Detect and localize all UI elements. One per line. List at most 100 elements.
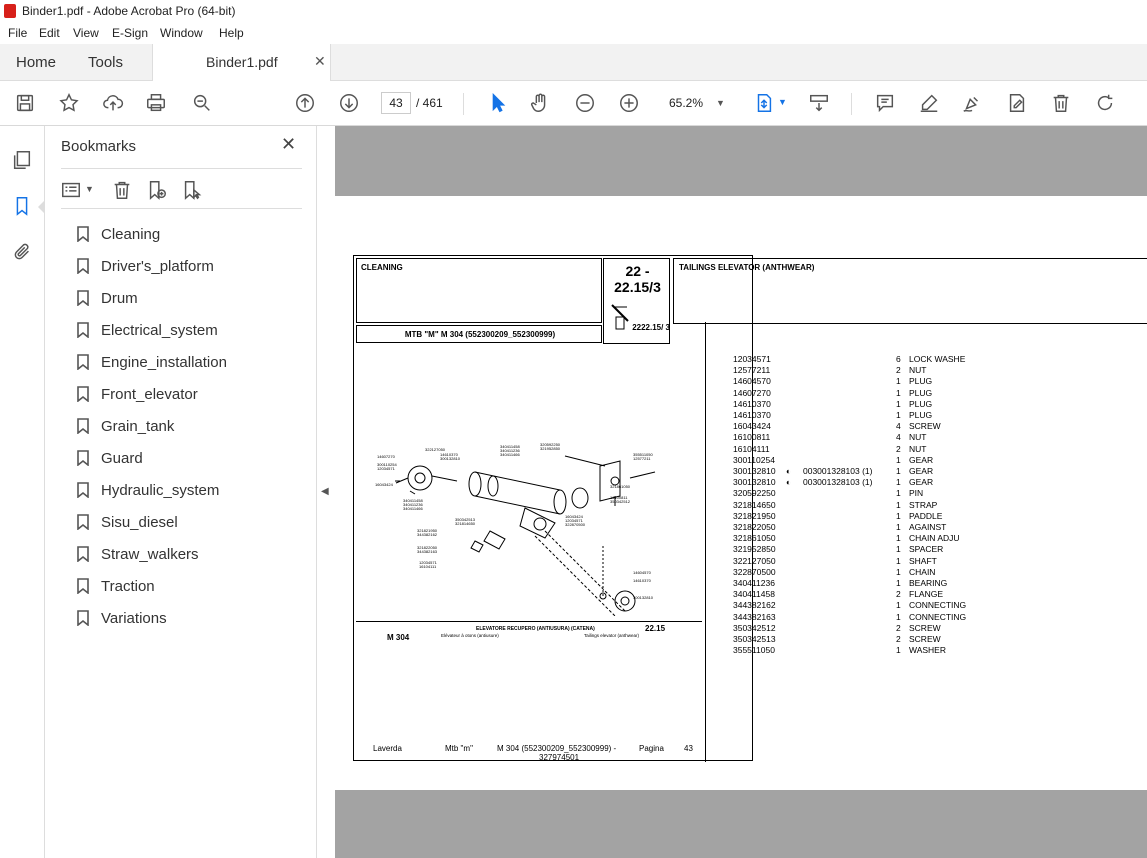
menu-edit[interactable]: Edit	[39, 26, 60, 40]
close-tab-icon[interactable]: ✕	[314, 53, 326, 70]
part-desc: CONNECTING	[909, 611, 967, 622]
svg-text:14607270: 14607270	[377, 454, 396, 459]
sign-icon[interactable]	[960, 91, 984, 115]
zoom-select[interactable]: 65.2% ▼	[660, 92, 730, 114]
svg-text:340411466: 340411466	[500, 452, 521, 457]
part-code: 14607270	[733, 387, 771, 398]
select-cursor-icon[interactable]	[486, 91, 510, 115]
hand-tool-icon[interactable]	[528, 91, 552, 115]
bookmark-label: Variations	[101, 609, 167, 627]
bookmark-item[interactable]: Engine_installation	[77, 351, 227, 373]
close-panel-icon[interactable]: ✕	[281, 134, 296, 155]
menu-esign[interactable]: E-Sign	[112, 26, 148, 40]
bookmark-icon	[77, 514, 89, 530]
bookmark-from-selection-icon[interactable]	[180, 178, 204, 202]
toolbar: 43 / 461 65.2% ▼ ▼	[0, 81, 1147, 126]
tab-home[interactable]: Home	[16, 54, 56, 71]
part-code: 16043424	[733, 421, 771, 432]
bookmark-item[interactable]: Cleaning	[77, 223, 160, 245]
part-code: 322870500	[733, 566, 776, 577]
menu-window[interactable]: Window	[160, 26, 203, 40]
figure-subtitle-en: Tailings elevator (anthwear)	[584, 633, 640, 638]
acrobat-logo-icon	[4, 4, 16, 18]
part-code: 320592250	[733, 488, 776, 499]
save-icon[interactable]	[13, 91, 37, 115]
tab-tools[interactable]: Tools	[88, 54, 123, 71]
collapse-panel-icon[interactable]: ◀	[321, 486, 329, 497]
window-title: Binder1.pdf - Adobe Acrobat Pro (64-bit)	[22, 4, 236, 18]
rotate-icon[interactable]	[1093, 91, 1117, 115]
bookmark-item[interactable]: Guard	[77, 447, 143, 469]
menu-file[interactable]: File	[8, 26, 27, 40]
page-heading: TAILINGS ELEVATOR (ANTHWEAR)	[679, 263, 815, 272]
delete-bookmark-icon[interactable]	[110, 178, 134, 202]
part-qty: 1	[896, 376, 901, 387]
zoom-in-icon[interactable]	[617, 91, 641, 115]
print-icon[interactable]	[144, 91, 168, 115]
bookmark-item[interactable]: Drum	[77, 287, 138, 309]
figure-code: 22.15	[645, 624, 666, 633]
scroll-mode-icon[interactable]	[807, 91, 831, 115]
part-code: 16104111	[733, 443, 770, 454]
part-qty: 2	[896, 622, 901, 633]
tab-document-label: Binder1.pdf	[206, 54, 278, 70]
bookmark-item[interactable]: Electrical_system	[77, 319, 218, 341]
bookmark-item[interactable]: Hydraulic_system	[77, 479, 219, 501]
panel-splitter[interactable]: ◀	[317, 126, 335, 858]
delete-icon[interactable]	[1049, 91, 1073, 115]
menu-view[interactable]: View	[73, 26, 99, 40]
bookmark-item[interactable]: Grain_tank	[77, 415, 174, 437]
bookmark-item[interactable]: Front_elevator	[77, 383, 198, 405]
part-desc: CONNECTING	[909, 600, 967, 611]
bookmark-item[interactable]: Traction	[77, 575, 155, 597]
part-desc: PADDLE	[909, 510, 943, 521]
options-chevron-icon[interactable]: ▼	[85, 184, 94, 194]
upload-icon[interactable]	[101, 91, 125, 115]
svg-text:340411466: 340411466	[403, 506, 424, 511]
bookmark-item[interactable]: Sisu_diesel	[77, 511, 178, 533]
bookmark-label: Cleaning	[101, 225, 161, 243]
bookmarks-panel-icon[interactable]	[10, 194, 34, 218]
svg-text:350342512: 350342512	[610, 499, 631, 504]
fit-menu-chevron-icon[interactable]: ▼	[778, 97, 787, 107]
panel-pointer	[38, 200, 45, 214]
model-box: MTB "M" M 304 (552300209_552300999)	[356, 325, 602, 343]
bookmark-item[interactable]: Driver's_platform	[77, 255, 214, 277]
part-desc: BEARING	[909, 578, 948, 588]
figure-title: ELEVATORE RECUPERO (ANTIUSURA) (CATENA)	[476, 626, 595, 632]
part-note: 003001328103 (1)	[803, 466, 873, 476]
edit-pdf-icon[interactable]	[1005, 91, 1029, 115]
highlight-pen-icon[interactable]	[917, 91, 941, 115]
new-bookmark-icon[interactable]	[145, 178, 169, 202]
heading-box: TAILINGS ELEVATOR (ANTHWEAR)	[673, 258, 1147, 324]
next-page-icon[interactable]	[337, 91, 361, 115]
part-code: 344382163	[733, 611, 776, 622]
bookmark-options-icon[interactable]	[59, 178, 83, 202]
part-qty: 1	[896, 600, 901, 611]
part-desc: NUT	[909, 365, 927, 376]
zoom-out-icon[interactable]	[573, 91, 597, 115]
table-divider	[705, 322, 706, 762]
bookmark-icon	[77, 482, 89, 498]
svg-text:300132810: 300132810	[633, 595, 654, 600]
bookmark-item[interactable]: Variations	[77, 607, 167, 629]
fit-page-icon[interactable]	[752, 91, 776, 115]
svg-text:322870500: 322870500	[565, 522, 586, 527]
part-code: 344382162	[733, 600, 776, 611]
zoom-search-icon[interactable]	[190, 91, 214, 115]
bookmark-item[interactable]: Straw_walkers	[77, 543, 199, 565]
menu-help[interactable]: Help	[219, 26, 244, 40]
attachments-icon[interactable]	[10, 240, 34, 264]
page-number-input[interactable]: 43	[381, 92, 411, 114]
part-desc: SCREW	[909, 622, 941, 633]
bookmark-label: Guard	[101, 449, 143, 467]
part-qty: 1	[896, 533, 901, 544]
star-icon[interactable]	[57, 91, 81, 115]
previous-page-icon[interactable]	[293, 91, 317, 115]
page-thumbnails-icon[interactable]	[10, 148, 34, 172]
bookmark-label: Traction	[101, 577, 155, 595]
pdf-page[interactable]: CLEANING 22 - 22.15/3 2222.15/ 3 MTB "M"…	[335, 196, 1147, 790]
comment-icon[interactable]	[873, 91, 897, 115]
bookmark-label: Engine_installation	[101, 353, 227, 371]
tab-document[interactable]: Binder1.pdf ✕	[152, 44, 331, 81]
